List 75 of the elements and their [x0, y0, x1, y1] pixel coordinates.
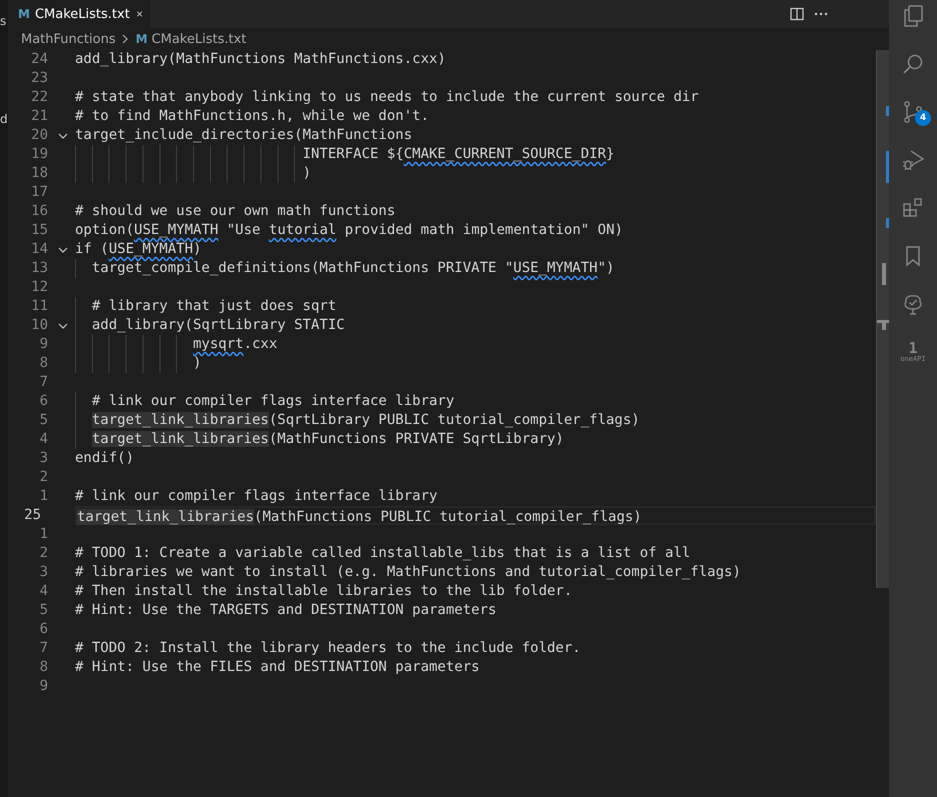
line-number: 9 — [38, 335, 49, 354]
cmake-file-icon: M — [136, 32, 148, 46]
line-number: 19 — [30, 145, 49, 164]
code-line: add_library(SqrtLibrary STATIC — [92, 316, 345, 335]
code-line: target_link_libraries(SqrtLibrary PUBLIC tutorial_compiler_flags) — [92, 411, 640, 430]
search-icon[interactable] — [901, 52, 925, 76]
line-number: 15 — [30, 221, 49, 240]
code-line: mysqrt.cxx — [193, 335, 278, 354]
line-number: 18 — [30, 164, 49, 183]
line-number: 24 — [30, 50, 49, 69]
code-line: endif() — [75, 449, 134, 468]
line-number: 6 — [38, 620, 49, 639]
line-number: 20 — [30, 126, 49, 145]
line-number: 12 — [30, 278, 49, 297]
code-line: # TODO 2: Install the library headers to the include folder. — [75, 639, 581, 658]
line-number: 10 — [30, 316, 49, 335]
line-number: 7 — [38, 373, 49, 392]
code-line: target_link_libraries(MathFunctions PUBLIC tutorial_compiler_flags) — [77, 508, 642, 527]
line-number: 16 — [30, 202, 49, 221]
line-number: 22 — [30, 88, 49, 107]
code-line: # library that just does sqrt — [92, 297, 336, 316]
code-line: target_link_libraries(MathFunctions PRIVATE SqrtLibrary) — [92, 430, 564, 449]
line-number: 11 — [30, 297, 49, 316]
line-number: 1 — [38, 487, 49, 506]
line-number: 1 — [38, 525, 49, 544]
line-number: 5 — [38, 411, 49, 430]
line-number: 25 — [23, 506, 42, 525]
code-line: # libraries we want to install (e.g. MathFunctions and tutorial_compiler_flags) — [75, 563, 741, 582]
split-editor-icon[interactable] — [789, 6, 805, 22]
line-number: 6 — [38, 392, 49, 411]
window-text: s — [0, 14, 6, 28]
oneapi-glyph: 1 — [908, 342, 918, 354]
code-line: ) — [193, 354, 202, 373]
line-number: 7 — [38, 639, 49, 658]
count-badge: 4 — [915, 110, 931, 126]
code-line: INTERFACE ${CMAKE_CURRENT_SOURCE_DIR} — [302, 145, 614, 164]
code-line: # Then install the installable libraries to the lib folder. — [75, 582, 572, 601]
line-number: 4 — [38, 582, 49, 601]
run-debug-icon[interactable] — [901, 148, 925, 172]
line-number: 21 — [30, 107, 49, 126]
code-line: # link our compiler flags interface library — [75, 487, 438, 506]
editor-tab[interactable]: M CMakeLists.txt — [8, 0, 150, 28]
code-line: target_include_directories(MathFunctions — [75, 126, 412, 145]
line-number: 2 — [38, 544, 49, 563]
tab-label: CMakeLists.txt — [34, 6, 130, 22]
code-line: # state that anybody linking to us needs to include the current source dir — [75, 88, 699, 107]
window-text: d — [0, 112, 8, 126]
line-number: 13 — [30, 259, 49, 278]
code-line: ) — [302, 164, 311, 183]
code-line: if (USE_MYMATH) — [75, 240, 202, 259]
code-line: # Hint: Use the TARGETS and DESTINATION parameters — [75, 601, 496, 620]
scrollbar[interactable] — [876, 50, 889, 588]
code-line: add_library(MathFunctions MathFunctions.cxx) — [75, 50, 446, 69]
code-line: # should we use our own math functions — [75, 202, 396, 221]
line-number: 17 — [30, 183, 49, 202]
line-number: 3 — [38, 449, 49, 468]
line-number: 8 — [38, 658, 49, 677]
branch-icon[interactable] — [901, 100, 925, 124]
breadcrumb-item[interactable]: CMakeLists.txt — [152, 32, 246, 46]
line-number: 3 — [38, 563, 49, 582]
code-line: # TODO 1: Create a variable called installable_libs that is a list of all — [75, 544, 690, 563]
cmake-file-icon: M — [18, 7, 30, 21]
line-number: 2 — [38, 468, 49, 487]
line-number: 23 — [30, 69, 49, 88]
line-number: 4 — [38, 430, 49, 449]
line-number: 8 — [38, 354, 49, 373]
breadcrumb-item[interactable]: MathFunctions — [21, 32, 116, 46]
line-number: 14 — [30, 240, 49, 259]
code-line: # to find MathFunctions.h, while we don't. — [75, 107, 430, 126]
code-line: # link our compiler flags interface library — [92, 392, 454, 411]
code-line: target_compile_definitions(MathFunctions PRIVATE "USE_MYMATH") — [92, 259, 614, 278]
line-number: 5 — [38, 601, 49, 620]
code-line: option(USE_MYMATH "Use tutorial provided math implementation" ON) — [75, 221, 623, 240]
line-number: 9 — [38, 677, 49, 696]
code-line: # Hint: Use the FILES and DESTINATION parameters — [75, 658, 480, 677]
